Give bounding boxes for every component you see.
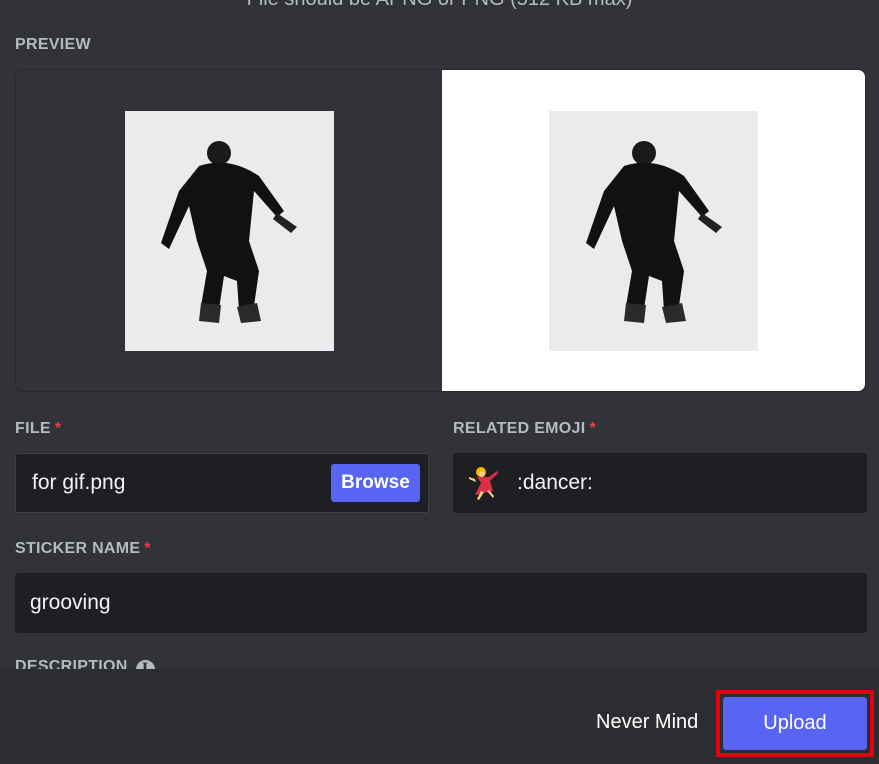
dancer-figure-icon bbox=[161, 140, 297, 323]
emoji-code: :dancer: bbox=[517, 471, 593, 494]
dancer-figure-icon bbox=[585, 140, 722, 323]
file-label: FILE * bbox=[15, 420, 61, 438]
dancer-emoji-icon bbox=[469, 467, 498, 500]
sticker-image-light bbox=[549, 110, 758, 351]
related-emoji-label: RELATED EMOJI * bbox=[453, 420, 596, 438]
upload-button[interactable]: Upload bbox=[723, 697, 867, 750]
sticker-name-label: STICKER NAME * bbox=[15, 540, 151, 558]
sticker-name-input[interactable]: grooving bbox=[15, 573, 867, 633]
preview-dark-background bbox=[16, 70, 442, 391]
required-mark: * bbox=[144, 540, 151, 557]
sticker-name-value: grooving bbox=[30, 591, 111, 614]
preview-label-text: PREVIEW bbox=[15, 36, 91, 53]
sticker-name-label-text: STICKER NAME bbox=[15, 540, 141, 557]
required-mark: * bbox=[589, 420, 597, 437]
file-label-text: FILE bbox=[15, 420, 51, 437]
file-name: for gif.png bbox=[32, 471, 126, 494]
sticker-preview bbox=[15, 69, 866, 392]
preview-label: PREVIEW bbox=[15, 36, 91, 54]
file-requirements-hint: File should be APNG or PNG (512 KB max) bbox=[0, 0, 879, 11]
related-emoji-field[interactable]: :dancer: bbox=[453, 453, 867, 513]
never-mind-button[interactable]: Never Mind bbox=[596, 711, 698, 734]
browse-button[interactable]: Browse bbox=[331, 464, 420, 502]
sticker-image-dark bbox=[124, 110, 334, 351]
required-mark: * bbox=[54, 420, 62, 437]
file-field[interactable]: for gif.png Browse bbox=[15, 453, 429, 513]
related-emoji-label-text: RELATED EMOJI bbox=[453, 420, 586, 437]
preview-light-background bbox=[442, 70, 865, 391]
